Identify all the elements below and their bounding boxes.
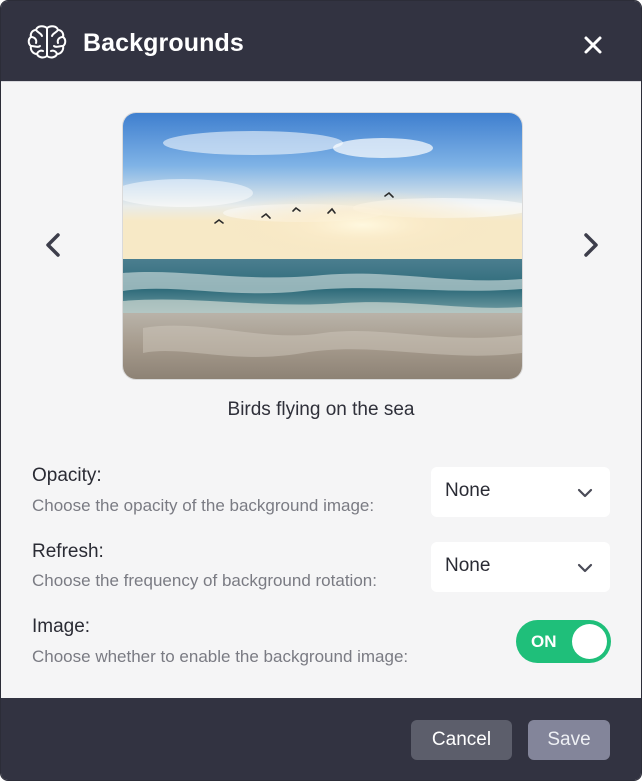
toggle-on-label: ON: [531, 632, 557, 651]
opacity-title: Opacity:: [32, 465, 102, 486]
opacity-select-value: None: [445, 480, 491, 501]
refresh-select[interactable]: None: [431, 542, 610, 592]
image-enable-toggle[interactable]: ON: [516, 620, 611, 663]
save-button[interactable]: Save: [528, 720, 610, 760]
chevron-right-icon[interactable]: [576, 225, 606, 265]
image-caption: Birds flying on the sea: [227, 399, 415, 420]
image-description: Choose whether to enable the background …: [32, 647, 409, 666]
chevron-down-icon: [577, 563, 593, 573]
background-preview-image: [122, 112, 523, 380]
cancel-button[interactable]: Cancel: [411, 720, 512, 760]
image-title: Image:: [32, 616, 91, 637]
opacity-select[interactable]: None: [431, 467, 610, 517]
chevron-left-icon[interactable]: [38, 225, 68, 265]
sea-birds-image: [123, 113, 522, 379]
close-icon[interactable]: [579, 31, 607, 59]
toggle-knob: [572, 624, 607, 659]
brain-icon: [27, 25, 67, 59]
refresh-description: Choose the frequency of background rotat…: [32, 571, 377, 590]
chevron-down-icon: [577, 488, 593, 498]
dialog-title: Backgrounds: [83, 29, 244, 57]
refresh-title: Refresh:: [32, 541, 104, 562]
dialog-footer: Cancel Save: [1, 698, 641, 780]
refresh-select-value: None: [445, 555, 491, 576]
opacity-description: Choose the opacity of the background ima…: [32, 496, 375, 515]
dialog-header: Backgrounds: [1, 1, 641, 82]
backgrounds-dialog: Backgrounds Birds flying on the sea Opac…: [0, 0, 642, 781]
